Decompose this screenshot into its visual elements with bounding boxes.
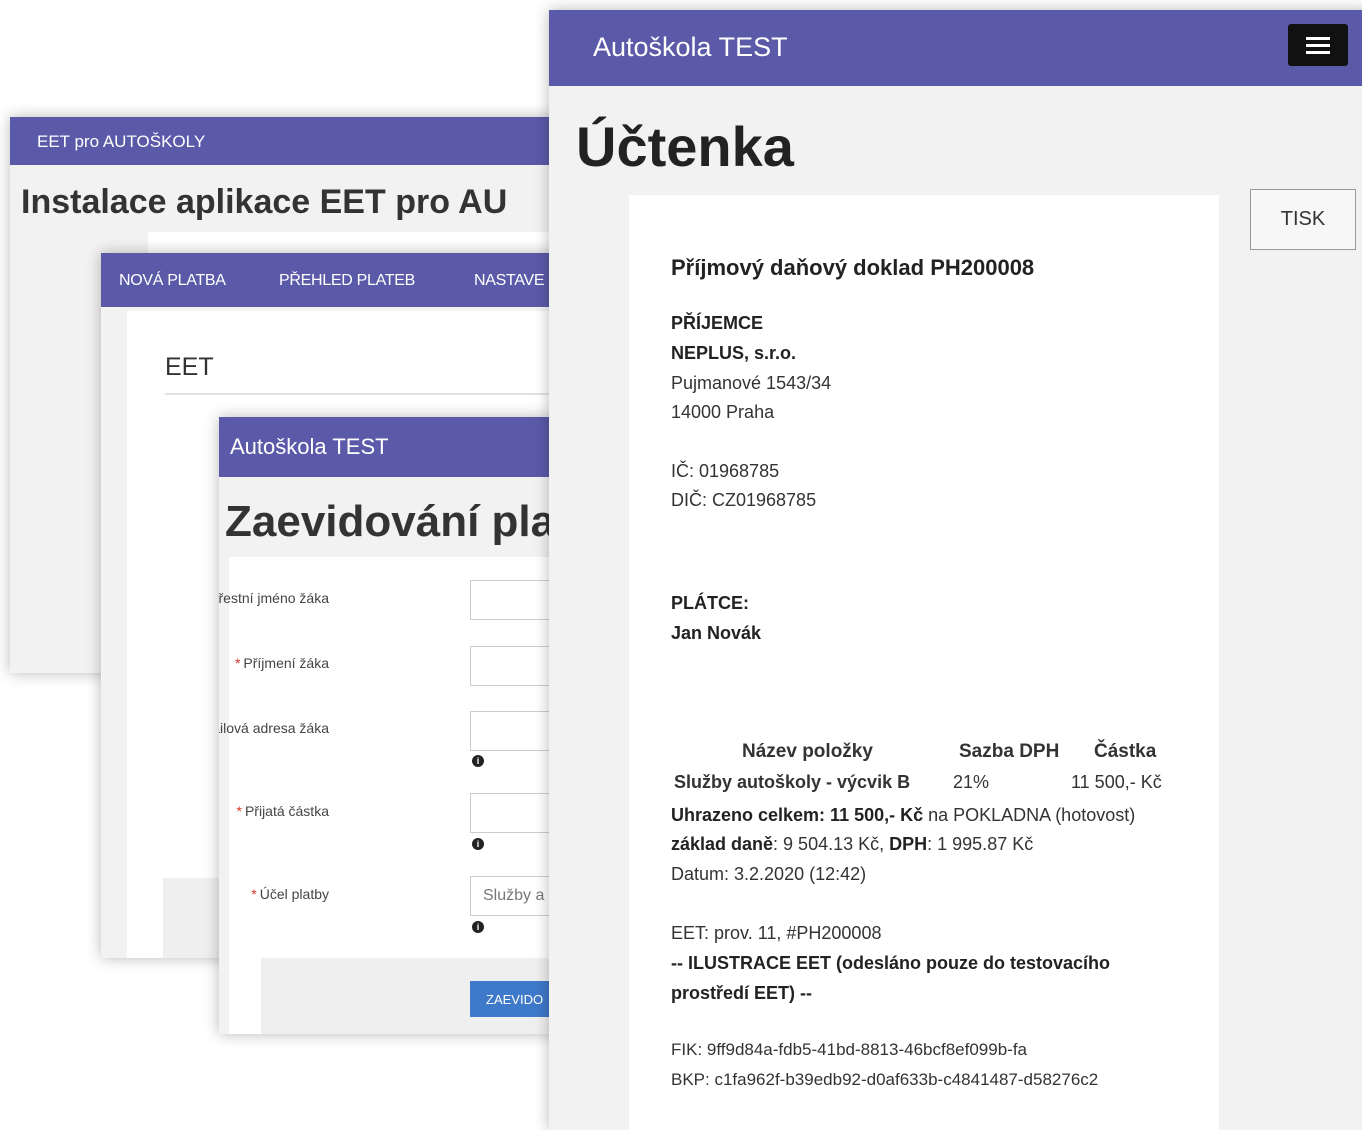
info-icon[interactable]: i [472, 921, 484, 933]
recipient-street: Pujmanové 1543/34 [671, 373, 832, 393]
tax-summary: základ daně: 9 504.13 Kč, DPH: 1 995.87 … [671, 834, 1034, 854]
eet-note: -- ILUSTRACE EET (odesláno pouze do test… [671, 953, 1111, 973]
payer-name: Jan Novák [671, 623, 762, 643]
eet-note-continued: prostředí EET) -- [671, 983, 813, 1003]
amount-label: * Přijatá částka [236, 803, 330, 819]
bkp-code: BKP: c1fa962f-b39edb92-d0af633b-c4841487… [671, 1070, 1099, 1089]
divider [165, 393, 561, 395]
info-icon[interactable]: i [472, 755, 484, 767]
amount-input[interactable] [470, 793, 559, 833]
paid-total: Uhrazeno celkem: 11 500,- Kč na POKLADNA… [671, 805, 1136, 825]
page-title: Zaevidování pla [225, 497, 556, 546]
dic-number: DIČ: CZ01968785 [671, 490, 817, 510]
nav-new-payment[interactable]: NOVÁ PLATBA [119, 272, 226, 290]
app-title: EET pro AUTOŠKOLY [37, 132, 206, 151]
app-title: Autoškola TEST [230, 434, 389, 459]
first-name-label: *Křestní jméno žáka [219, 590, 329, 606]
required-mark: * [251, 886, 257, 902]
receipt-window: Autoškola TEST Účtenka TISK Příjmový daň… [549, 10, 1362, 1130]
required-mark: * [236, 803, 242, 819]
email-input[interactable] [470, 711, 559, 751]
item-amount: 11 500,- Kč [1071, 772, 1162, 792]
column-header-name: Název položky [742, 741, 873, 762]
recipient-label: PŘÍJEMCE [671, 313, 764, 333]
recipient-name: NEPLUS, s.r.o. [671, 343, 797, 363]
submit-button[interactable]: ZAEVIDO [470, 981, 559, 1017]
purpose-select[interactable]: Služby a [470, 876, 559, 916]
last-name-input[interactable] [470, 646, 559, 686]
purpose-label: * Účel platby [251, 886, 329, 902]
item-vat: 21% [953, 772, 990, 792]
page-title: Instalace aplikace EET pro AU [21, 183, 508, 221]
payer-label: PLÁTCE: [671, 593, 749, 613]
column-header-amount: Částka [1094, 741, 1157, 762]
receipt-date: Datum: 3.2.2020 (12:42) [671, 864, 867, 884]
info-icon[interactable]: i [472, 838, 484, 850]
required-mark: * [234, 655, 241, 671]
first-name-input[interactable] [470, 580, 559, 620]
last-name-label: * Příjmení žáka [234, 655, 329, 671]
page-title: Účtenka [576, 115, 794, 178]
receipt-card: Příjmový daňový doklad PH200008 PŘÍJEMCE… [629, 195, 1219, 1130]
payment-form-window: Autoškola TEST Zaevidování pla *Křestní … [219, 417, 559, 1034]
section-title: EET [165, 353, 214, 381]
app-header: EET pro AUTOŠKOLY [10, 117, 570, 165]
eet-line: EET: prov. 11, #PH200008 [671, 923, 882, 943]
app-header: Autoškola TEST [219, 417, 559, 477]
app-header: Autoškola TEST [549, 10, 1362, 86]
column-header-vat: Sazba DPH [959, 741, 1060, 762]
document-title: Příjmový daňový doklad PH200008 [671, 255, 1035, 280]
item-name: Služby autoškoly - výcvik B [674, 772, 911, 792]
print-button[interactable]: TISK [1250, 189, 1356, 250]
nav-bar: NOVÁ PLATBA PŘEHLED PLATEB NASTAVE [101, 253, 561, 307]
fik-code: FIK: 9ff9d84a-fdb5-41bd-8813-46bcf8ef099… [671, 1040, 1028, 1059]
nav-payment-overview[interactable]: PŘEHLED PLATEB [279, 272, 415, 290]
recipient-city: 14000 Praha [671, 402, 775, 422]
ic-number: IČ: 01968785 [671, 461, 780, 481]
hamburger-menu-icon[interactable] [1288, 24, 1348, 66]
nav-settings[interactable]: NASTAVE [474, 272, 545, 290]
email-label: E-mailová adresa žáka [219, 720, 329, 736]
app-title: Autoškola TEST [593, 32, 788, 62]
